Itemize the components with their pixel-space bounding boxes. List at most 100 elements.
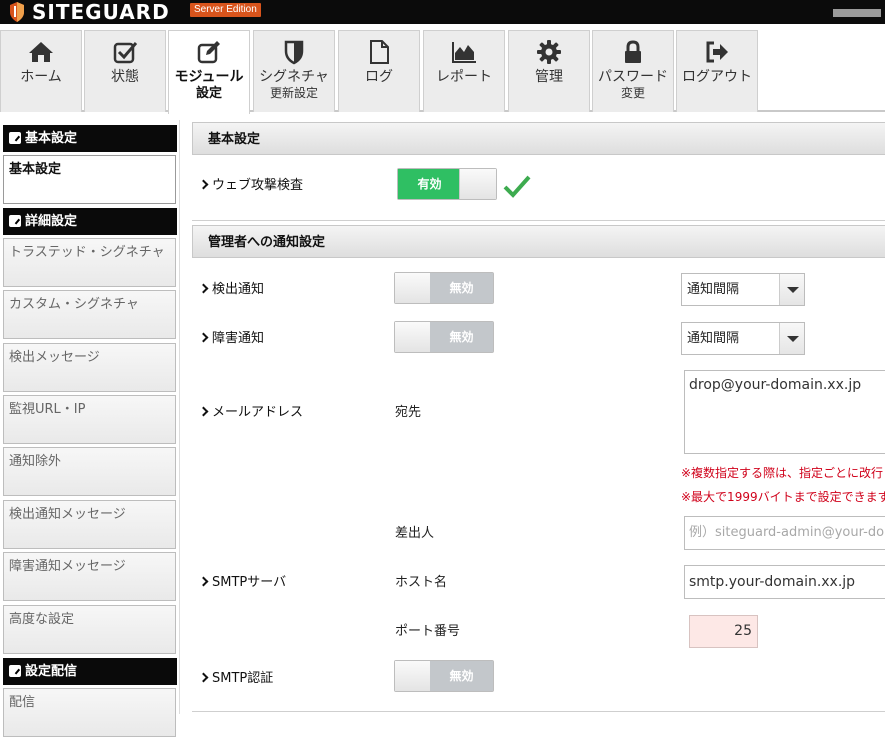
- shield-icon: [284, 40, 304, 65]
- tab-label: パスワード: [598, 69, 668, 85]
- sidebar-item-label: 障害通知メッセージ: [9, 559, 126, 574]
- sidebar-item-label: 検出メッセージ: [9, 350, 100, 365]
- check-square-icon: [113, 42, 138, 64]
- port-label: ポート番号: [395, 624, 461, 639]
- tab-logout[interactable]: ログアウト: [676, 30, 758, 112]
- toggle-knob: [395, 322, 432, 352]
- siteguard-logo-icon: [10, 2, 24, 22]
- chevron-right-icon: [198, 576, 209, 587]
- chevron-right-icon: [198, 672, 209, 683]
- edition-badge: Server Edition: [190, 3, 261, 17]
- tab-label: モジュール: [174, 69, 244, 85]
- chevron-right-icon: [198, 179, 209, 190]
- web-attack-check-label: ウェブ攻撃検査: [198, 177, 303, 194]
- tab-status[interactable]: 状態: [84, 30, 166, 112]
- toggle-knob: [459, 169, 496, 199]
- header-user-area[interactable]: [833, 9, 881, 17]
- sender-label: 差出人: [395, 526, 435, 541]
- toggle-state-label: 無効: [430, 273, 493, 303]
- max-bytes-note: ※最大で1999バイトまで設定できます: [681, 490, 885, 504]
- sidebar-item-label: 監視URL・IP: [9, 402, 86, 417]
- sidebar-item-label: 高度な設定: [9, 612, 75, 627]
- tab-log[interactable]: ログ: [338, 30, 420, 112]
- edit-icon: [9, 665, 21, 677]
- sidebar-section-basic: 基本設定: [3, 125, 177, 152]
- smtp-host-input[interactable]: smtp.your-domain.xx.jp: [684, 565, 885, 599]
- smtp-port-input[interactable]: 25: [689, 615, 758, 648]
- sidebar-item-detect-message[interactable]: 検出メッセージ: [3, 343, 176, 392]
- chevron-right-icon: [198, 283, 209, 294]
- tab-label: 管理: [535, 69, 563, 85]
- toggle-state-label: 有効: [398, 169, 461, 199]
- top-bar: SITEGUARD Server Edition: [0, 0, 885, 24]
- toggle-knob: [395, 273, 432, 303]
- tab-password-change[interactable]: パスワード 変更: [592, 30, 674, 112]
- tab-signature-update[interactable]: シグネチャ 更新設定: [253, 30, 335, 112]
- sidebar-section-distribution: 設定配信: [3, 658, 177, 685]
- brand-name: SITEGUARD: [32, 0, 170, 24]
- sidebar-item-monitor-url-ip[interactable]: 監視URL・IP: [3, 395, 176, 444]
- web-attack-check-toggle[interactable]: 有効: [397, 168, 497, 200]
- sidebar-item-notify-exclusion[interactable]: 通知除外: [3, 447, 176, 496]
- divider: [192, 711, 885, 712]
- sidebar-item-custom-signature[interactable]: カスタム・シグネチャ: [3, 290, 176, 339]
- settings-main-panel: 基本設定 ウェブ攻撃検査 有効 管理者への通知設定 検出通知 無効 通知間隔 障…: [192, 120, 885, 714]
- edit-icon: [9, 215, 21, 227]
- detect-notify-toggle[interactable]: 無効: [394, 272, 494, 304]
- chevron-down-icon[interactable]: [779, 323, 804, 354]
- tab-label: ホーム: [20, 69, 62, 85]
- sidebar-item-distribution[interactable]: 配信: [3, 688, 176, 737]
- sidebar-item-detect-notify-message[interactable]: 検出通知メッセージ: [3, 500, 176, 549]
- sidebar-item-label: トラステッド・シグネチャ: [9, 245, 165, 260]
- main-tab-strip: ホーム 状態 モジュール 設定 シグネチャ 更新設定 ログ レポート 管理 パス…: [0, 24, 885, 114]
- area-chart-icon: [452, 42, 476, 63]
- tab-label: シグネチャ: [259, 69, 329, 85]
- section-header-admin-notify: 管理者への通知設定: [192, 225, 885, 258]
- mail-address-label: メールアドレス: [198, 404, 303, 421]
- fault-notify-label: 障害通知: [198, 330, 264, 347]
- sidebar-item-label: カスタム・シグネチャ: [9, 297, 139, 312]
- sidebar-item-label: 基本設定: [9, 162, 62, 177]
- tab-home[interactable]: ホーム: [0, 30, 82, 112]
- sidebar-item-label: 検出通知メッセージ: [9, 507, 126, 522]
- sidebar-item-advanced-settings[interactable]: 高度な設定: [3, 605, 176, 654]
- hostname-label: ホスト名: [395, 575, 448, 590]
- sender-input[interactable]: 例）siteguard-admin@your-domain.xx.jp: [684, 516, 885, 550]
- toggle-state-label: 無効: [430, 322, 493, 352]
- tab-label: レポート: [436, 69, 492, 85]
- select-value: 通知間隔: [687, 282, 740, 297]
- smtp-auth-toggle[interactable]: 無効: [394, 660, 494, 692]
- fault-notify-interval-select[interactable]: 通知間隔: [681, 322, 805, 355]
- multi-address-note: ※複数指定する際は、指定ごとに改行してください: [681, 466, 885, 480]
- toggle-knob: [395, 661, 432, 691]
- file-icon: [370, 40, 389, 64]
- sidebar-section-advanced: 詳細設定: [3, 208, 177, 235]
- tab-label: ログ: [365, 69, 393, 85]
- gear-icon: [537, 40, 561, 64]
- tab-module-settings[interactable]: モジュール 設定: [168, 30, 250, 114]
- sidebar-item-trusted-signature[interactable]: トラステッド・シグネチャ: [3, 238, 176, 287]
- section-header-basic: 基本設定: [192, 122, 885, 155]
- chevron-right-icon: [198, 332, 209, 343]
- divider: [192, 220, 885, 221]
- chevron-down-icon[interactable]: [779, 274, 804, 305]
- sidebar-item-label: 配信: [9, 695, 36, 710]
- sidebar-item-basic-settings[interactable]: 基本設定: [3, 155, 176, 204]
- detect-notify-label: 検出通知: [198, 281, 264, 298]
- tab-management[interactable]: 管理: [508, 30, 590, 112]
- settings-sidebar: 基本設定 基本設定 詳細設定 トラステッド・シグネチャ カスタム・シグネチャ 検…: [0, 120, 180, 737]
- sidebar-item-fault-notify-message[interactable]: 障害通知メッセージ: [3, 552, 176, 601]
- sidebar-section-title: 基本設定: [25, 131, 78, 146]
- tab-label-line2: 変更: [620, 86, 645, 100]
- recipient-textarea[interactable]: drop@your-domain.xx.jp: [684, 370, 885, 454]
- detect-notify-interval-select[interactable]: 通知間隔: [681, 273, 805, 306]
- tab-label: ログアウト: [682, 69, 752, 85]
- sidebar-section-title: 詳細設定: [25, 214, 78, 229]
- checkmark-icon: [503, 175, 531, 198]
- home-icon: [29, 42, 53, 62]
- smtp-server-label: SMTPサーバ: [198, 574, 286, 591]
- fault-notify-toggle[interactable]: 無効: [394, 321, 494, 353]
- edit-icon: [9, 132, 21, 144]
- tab-report[interactable]: レポート: [423, 30, 505, 112]
- chevron-right-icon: [198, 406, 209, 417]
